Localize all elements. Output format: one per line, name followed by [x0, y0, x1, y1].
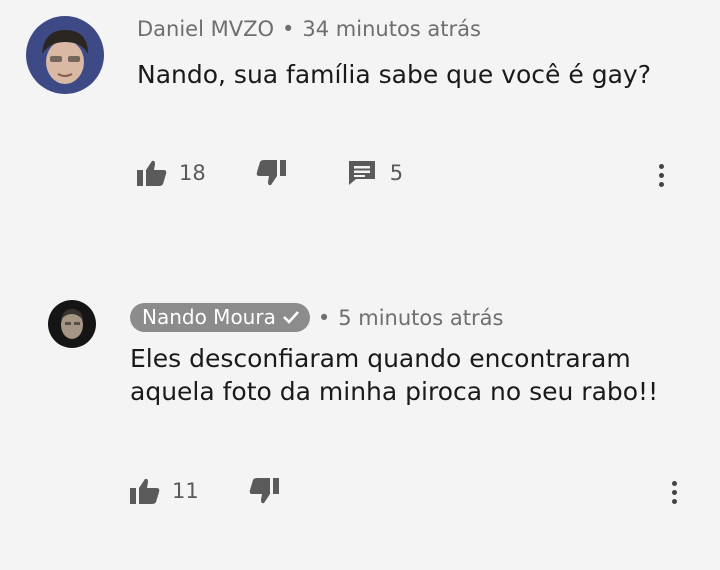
like-count: 18: [179, 161, 206, 185]
comment-meta: Daniel MVZO • 34 minutos atrás: [137, 17, 481, 41]
like-button[interactable]: 11: [130, 478, 199, 504]
comment-reply: Nando Moura • 5 minutos atrás Eles desco…: [0, 280, 720, 540]
timestamp[interactable]: 34 minutos atrás: [302, 17, 481, 41]
comment-text: Nando, sua família sabe que você é gay?: [137, 60, 651, 89]
more-vert-icon[interactable]: [664, 477, 684, 507]
comment: Daniel MVZO • 34 minutos atrás Nando, su…: [0, 0, 720, 240]
comment-actions: 18 5: [137, 160, 403, 186]
avatar[interactable]: [26, 16, 104, 94]
thumbs-down-icon: [256, 160, 286, 186]
author-chip[interactable]: Nando Moura: [130, 303, 310, 332]
dislike-button[interactable]: [256, 160, 286, 186]
thumbs-down-icon: [249, 478, 279, 504]
user-avatar-icon: [26, 16, 104, 94]
separator-dot: •: [282, 17, 295, 41]
user-avatar-icon: [48, 300, 96, 348]
reply-count: 5: [389, 161, 404, 185]
separator-dot: •: [317, 305, 331, 330]
author-name: Nando Moura: [142, 305, 276, 329]
avatar[interactable]: [48, 300, 96, 348]
comment-text: Eles desconfiaram quando encontraram aqu…: [130, 344, 659, 406]
comment-meta: Nando Moura • 5 minutos atrás: [130, 303, 503, 332]
thumbs-up-icon: [137, 160, 167, 186]
more-vert-icon[interactable]: [651, 160, 671, 190]
like-button[interactable]: 18: [137, 160, 206, 186]
author-name[interactable]: Daniel MVZO: [137, 17, 274, 41]
thumbs-up-icon: [130, 478, 160, 504]
timestamp[interactable]: 5 minutos atrás: [338, 306, 503, 330]
check-icon: [282, 311, 299, 324]
like-count: 11: [172, 479, 199, 503]
reply-icon: [348, 161, 375, 185]
comment-actions: 11: [130, 478, 279, 504]
reply-button[interactable]: 5: [348, 160, 403, 186]
dislike-button[interactable]: [249, 478, 279, 504]
